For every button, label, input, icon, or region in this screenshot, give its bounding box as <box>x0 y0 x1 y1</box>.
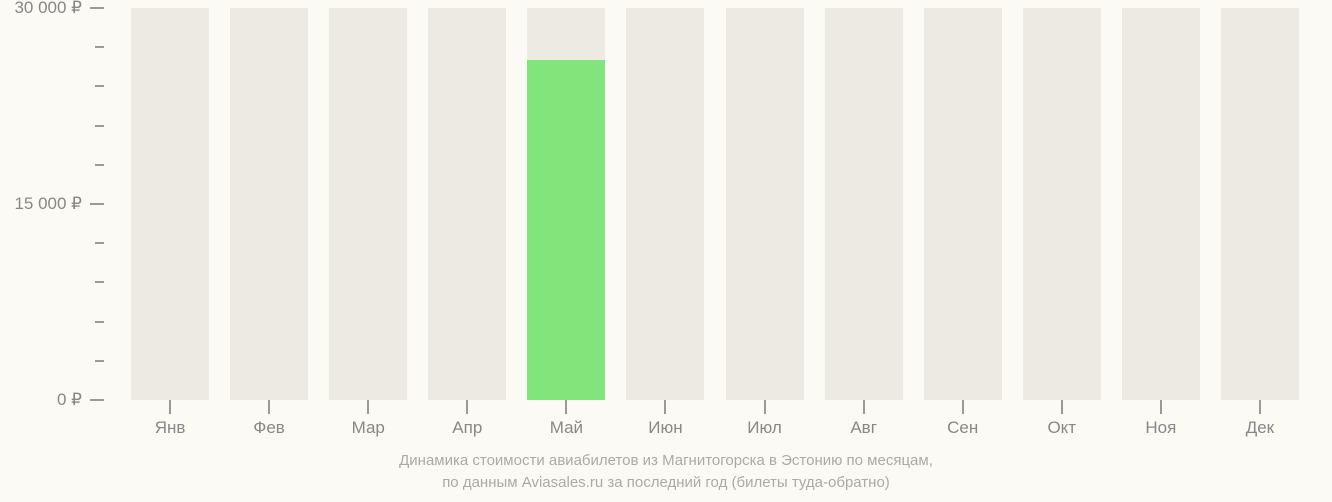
bar-Май <box>527 8 605 400</box>
x-axis-tick <box>169 400 171 414</box>
y-axis-minor-tick <box>95 85 104 87</box>
x-axis-tick <box>764 400 766 414</box>
y-axis-minor-tick <box>95 46 104 48</box>
bar-value <box>527 60 605 400</box>
y-axis: 0 ₽15 000 ₽30 000 ₽ <box>0 8 110 400</box>
y-axis-label: 0 ₽ <box>57 390 82 410</box>
y-axis-minor-tick <box>95 242 104 244</box>
x-axis-label: Сен <box>947 418 978 438</box>
y-axis-minor-tick <box>95 164 104 166</box>
x-axis-tick <box>565 400 567 414</box>
bar-Ноя <box>1122 8 1200 400</box>
bar-Окт <box>1023 8 1101 400</box>
y-axis-tick <box>90 399 104 401</box>
bar-Фев <box>230 8 308 400</box>
chart-plot-area <box>110 8 1320 400</box>
x-axis-label: Янв <box>155 418 186 438</box>
bar-background <box>1122 8 1200 400</box>
bar-background <box>1023 8 1101 400</box>
bar-Апр <box>428 8 506 400</box>
bar-background <box>825 8 903 400</box>
bar-background <box>726 8 804 400</box>
bar-background <box>329 8 407 400</box>
bar-Авг <box>825 8 903 400</box>
x-axis-label: Авг <box>850 418 877 438</box>
bar-background <box>1221 8 1299 400</box>
bar-background <box>428 8 506 400</box>
x-axis-tick <box>962 400 964 414</box>
x-axis-tick <box>367 400 369 414</box>
bar-Сен <box>924 8 1002 400</box>
x-axis-tick <box>268 400 270 414</box>
x-axis-label: Июл <box>747 418 782 438</box>
bar-Июн <box>626 8 704 400</box>
x-axis-label: Окт <box>1047 418 1076 438</box>
x-axis-tick <box>863 400 865 414</box>
x-axis-label: Май <box>550 418 583 438</box>
y-axis-tick <box>90 7 104 9</box>
y-axis-minor-tick <box>95 281 104 283</box>
bar-Янв <box>131 8 209 400</box>
x-axis-label: Июн <box>648 418 682 438</box>
y-axis-tick <box>90 203 104 205</box>
bar-Июл <box>726 8 804 400</box>
x-axis-label: Дек <box>1246 418 1274 438</box>
y-axis-minor-tick <box>95 360 104 362</box>
caption-line-2: по данным Aviasales.ru за последний год … <box>442 474 890 491</box>
y-axis-minor-tick <box>95 125 104 127</box>
y-axis-minor-tick <box>95 321 104 323</box>
x-axis-tick <box>1061 400 1063 414</box>
bar-background <box>626 8 704 400</box>
x-axis-label: Апр <box>452 418 482 438</box>
bar-background <box>230 8 308 400</box>
caption-line-1: Динамика стоимости авиабилетов из Магнит… <box>399 452 933 469</box>
bar-background <box>131 8 209 400</box>
y-axis-label: 30 000 ₽ <box>14 0 82 18</box>
bar-Дек <box>1221 8 1299 400</box>
x-axis-label: Ноя <box>1145 418 1176 438</box>
x-axis-tick <box>466 400 468 414</box>
bar-background <box>924 8 1002 400</box>
y-axis-label: 15 000 ₽ <box>14 194 82 214</box>
x-axis-label: Мар <box>352 418 385 438</box>
x-axis-tick <box>1160 400 1162 414</box>
x-axis-tick <box>664 400 666 414</box>
x-axis-label: Фев <box>253 418 284 438</box>
bar-Мар <box>329 8 407 400</box>
chart-caption: Динамика стоимости авиабилетов из Магнит… <box>0 450 1332 494</box>
x-axis-tick <box>1259 400 1261 414</box>
